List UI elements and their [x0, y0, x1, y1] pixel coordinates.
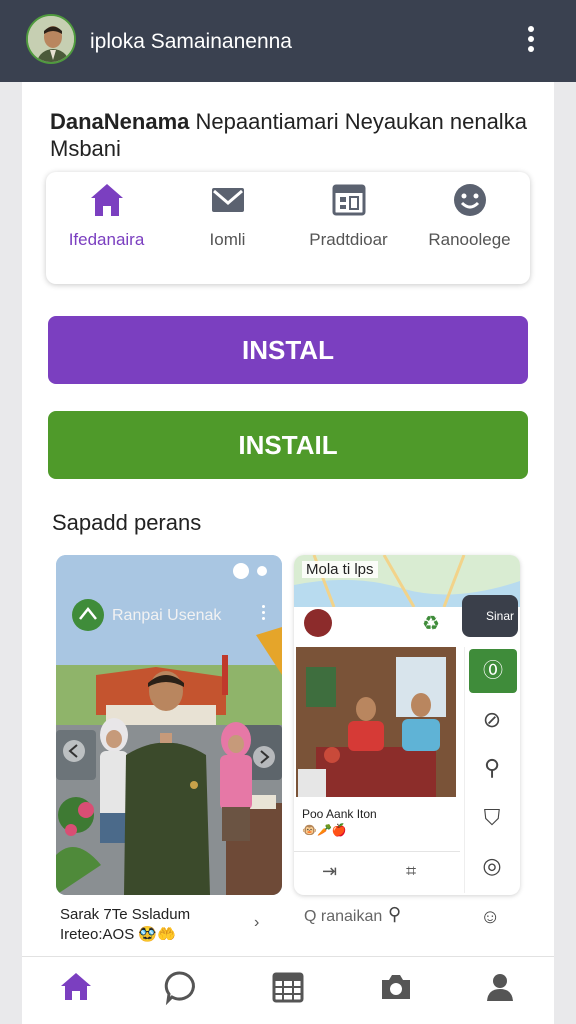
- bottom-nav: [22, 956, 554, 1018]
- app-title: iploka Samainanenna: [90, 30, 292, 53]
- quick-nav-item-smiley[interactable]: Ranoolege: [409, 172, 530, 284]
- quick-nav-label: Ifedanaira: [68, 230, 145, 249]
- nav-calendar[interactable]: [268, 967, 308, 1007]
- compass-icon[interactable]: ⊘: [465, 707, 519, 733]
- author-avatar[interactable]: [304, 609, 332, 637]
- post-more-icon[interactable]: [260, 605, 266, 623]
- grid-icon[interactable]: ⌗: [406, 861, 416, 882]
- recycle-icon[interactable]: ♻: [422, 611, 440, 636]
- nav-profile[interactable]: [480, 967, 520, 1007]
- quick-nav-label: Ranoolege: [428, 230, 511, 249]
- bag-icon[interactable]: ⛉: [465, 805, 519, 831]
- person-icon[interactable]: ☺: [480, 906, 500, 929]
- side-content-card: Mola ti lps Sinar ♻ Poo Aank Iton 🐵🥕🍎 ⇥ …: [294, 555, 520, 895]
- share-icon[interactable]: ⇥: [322, 861, 337, 882]
- calendar-icon: [332, 184, 366, 216]
- camera-icon: [382, 975, 410, 999]
- side-action-rail: ⓪ ⊘ ⚲ ⛉ ◎: [464, 647, 518, 893]
- kebab-menu-icon[interactable]: [520, 26, 542, 56]
- intro-text: DanaNenama Nepaantiamari Neyaukan nenalk…: [50, 108, 530, 162]
- feed-post-author: Ranpai Usenak: [112, 607, 222, 624]
- feed-photo: [56, 555, 282, 895]
- home-icon: [91, 184, 123, 216]
- quick-nav-label: Iomli: [209, 230, 246, 249]
- install-button-secondary[interactable]: INSTAIL: [48, 411, 528, 479]
- feed-caption-badges: 🥸🤲: [138, 926, 176, 943]
- intro-bold-text: DanaNenama: [50, 109, 190, 134]
- indoor-photo[interactable]: [296, 647, 456, 797]
- location-pin-icon[interactable]: ⚲: [388, 904, 401, 925]
- section-title: Sapadd perans: [52, 510, 202, 535]
- quick-nav: Ifedanaira Iomli Pradtdioar Ranoolege: [46, 172, 530, 284]
- top-app-bar: iploka Samainanenna: [0, 0, 576, 82]
- chat-bubble-icon: [164, 971, 195, 1006]
- search-row[interactable]: Q ranaikan ⚲: [296, 902, 466, 942]
- search-placeholder: Q ranaikan: [304, 908, 383, 925]
- divider: [294, 851, 460, 852]
- home-icon: [61, 973, 91, 1000]
- photo-badges: 🐵🥕🍎: [302, 823, 347, 837]
- nav-camera[interactable]: [376, 967, 416, 1007]
- feed-caption: Sarak 7Te Ssladum Ireteo:AOS 🥸🤲: [60, 905, 190, 945]
- quick-nav-item-home[interactable]: Ifedanaira: [46, 172, 167, 284]
- feed-post-card[interactable]: Ranpai Usenak: [56, 555, 282, 895]
- leaf-icon[interactable]: ⓪: [469, 649, 517, 693]
- quick-nav-item-calendar[interactable]: Pradtdioar: [288, 172, 409, 284]
- nav-chat[interactable]: [160, 967, 200, 1007]
- quick-nav-label: Pradtdioar: [309, 230, 388, 249]
- profile-icon: [487, 974, 513, 1001]
- map-chip[interactable]: Sinar: [462, 595, 518, 637]
- caption-arrow-icon[interactable]: ›: [254, 914, 259, 932]
- nav-home[interactable]: [56, 967, 96, 1007]
- pin-icon[interactable]: ⚲: [465, 755, 519, 781]
- profile-photo-icon: [28, 16, 74, 62]
- feed-caption-line2: Ireteo:AOS: [60, 926, 135, 943]
- calendar-icon: [272, 972, 304, 1003]
- install-button-primary[interactable]: INSTAL: [48, 316, 528, 384]
- quick-nav-item-mail[interactable]: Iomli: [167, 172, 288, 284]
- photo-title: Poo Aank Iton: [302, 807, 377, 821]
- target-icon[interactable]: ◎: [465, 853, 519, 879]
- feed-caption-line1: Sarak 7Te Ssladum: [60, 906, 191, 923]
- smiley-icon: [454, 184, 486, 216]
- mail-icon: [212, 188, 244, 212]
- map-label: Mola ti lps: [302, 561, 378, 578]
- avatar[interactable]: [26, 14, 76, 64]
